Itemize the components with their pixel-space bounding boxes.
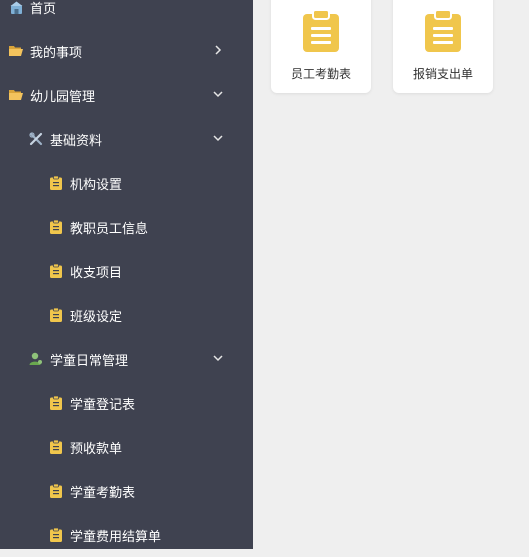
sidebar-item-kindergarten-management[interactable]: 幼儿园管理 (0, 73, 253, 117)
card-staff-attendance[interactable]: 员工考勤表 (271, 0, 371, 93)
sidebar-item-class-settings[interactable]: 班级设定 (0, 293, 253, 337)
sidebar-item-child-attendance[interactable]: 学童考勤表 (0, 469, 253, 513)
chevron-down-icon (211, 131, 225, 145)
clipboard-icon (49, 264, 63, 278)
clipboard-icon (49, 528, 63, 542)
main-content: 员工考勤表 报销支出单 (253, 0, 529, 549)
sidebar-item-child-daily-management[interactable]: 学童日常管理 (0, 337, 253, 381)
sidebar-item-label: 学童登记表 (70, 397, 136, 413)
sidebar-item-label: 幼儿园管理 (30, 89, 96, 105)
user-icon (29, 352, 43, 366)
home-icon (9, 0, 23, 14)
sidebar-item-staff-info[interactable]: 教职员工信息 (0, 205, 253, 249)
sidebar-item-income-expense-items[interactable]: 收支项目 (0, 249, 253, 293)
sidebar-item-basic-data[interactable]: 基础资料 (0, 117, 253, 161)
sidebar-item-label: 预收款单 (70, 441, 123, 457)
sidebar-item-child-registration[interactable]: 学童登记表 (0, 381, 253, 425)
card-label: 员工考勤表 (290, 67, 351, 81)
sidebar: 首页 我的事项 幼儿园管理 基础资料 机构设置 教职员工信息 收支项目 班级设定… (0, 0, 253, 549)
clipboard-icon (425, 9, 461, 56)
sidebar-item-label: 我的事项 (30, 45, 83, 61)
sidebar-item-advance-receipt[interactable]: 预收款单 (0, 425, 253, 469)
sidebar-item-label: 学童费用结算单 (70, 529, 162, 545)
clipboard-icon (49, 440, 63, 454)
sidebar-item-label: 收支项目 (70, 265, 123, 281)
clipboard-icon (49, 176, 63, 190)
chevron-down-icon (211, 351, 225, 365)
card-expense-reimbursement[interactable]: 报销支出单 (393, 0, 493, 93)
sidebar-item-label: 班级设定 (70, 309, 123, 325)
chevron-down-icon (211, 87, 225, 101)
sidebar-item-label: 学童考勤表 (70, 485, 136, 501)
sidebar-item-label: 机构设置 (70, 177, 123, 193)
clipboard-icon (49, 220, 63, 234)
sidebar-item-label: 教职员工信息 (70, 221, 149, 237)
sidebar-item-child-fee-settlement[interactable]: 学童费用结算单 (0, 513, 253, 557)
folder-open-icon (9, 44, 23, 58)
clipboard-icon (49, 308, 63, 322)
clipboard-icon (49, 484, 63, 498)
sidebar-item-label: 首页 (30, 1, 57, 17)
clipboard-icon (49, 396, 63, 410)
folder-open-icon (9, 88, 23, 102)
tools-icon (29, 132, 43, 146)
sidebar-item-org-settings[interactable]: 机构设置 (0, 161, 253, 205)
chevron-right-icon (211, 43, 225, 57)
sidebar-item-label: 学童日常管理 (50, 353, 129, 369)
clipboard-icon (303, 9, 339, 56)
sidebar-item-my-items[interactable]: 我的事项 (0, 29, 253, 73)
sidebar-item-label: 基础资料 (50, 133, 103, 149)
card-label: 报销支出单 (412, 67, 473, 81)
sidebar-item-home[interactable]: 首页 (0, 0, 253, 29)
